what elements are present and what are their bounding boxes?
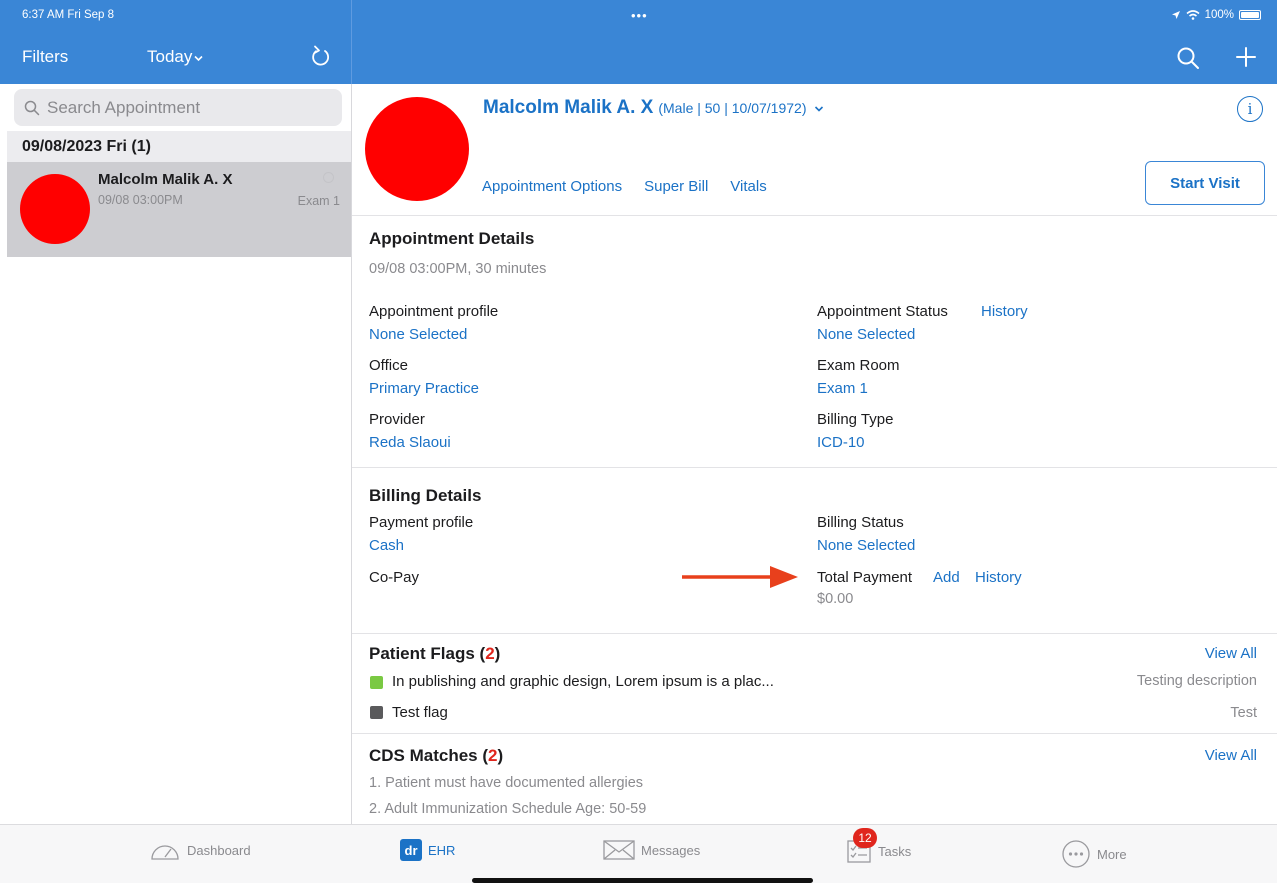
exam-room-label: Exam Room — [817, 357, 900, 374]
multitasking-dots[interactable]: ••• — [631, 8, 648, 23]
today-date-picker[interactable]: Today — [147, 47, 203, 67]
billing-status-label: Billing Status — [817, 514, 904, 531]
flag-item-text[interactable]: Test flag — [392, 704, 448, 721]
cds-match-item[interactable]: 2. Adult Immunization Schedule Age: 50-5… — [369, 801, 646, 817]
patient-flags-title: Patient Flags (2) — [369, 644, 501, 663]
location-icon — [1171, 11, 1180, 19]
refresh-icon[interactable] — [309, 44, 331, 68]
start-visit-button[interactable]: Start Visit — [1145, 161, 1265, 205]
top-navigation-bar: 6:37 AM Fri Sep 8 ••• 100% Filters Today — [0, 0, 1277, 84]
appointment-status-value[interactable]: None Selected — [817, 326, 915, 343]
flag-item-text[interactable]: In publishing and graphic design, Lorem … — [392, 673, 774, 690]
status-indicator — [323, 172, 334, 183]
appointment-details-title: Appointment Details — [369, 229, 535, 248]
payment-history-link[interactable]: History — [975, 569, 1022, 586]
office-value[interactable]: Primary Practice — [369, 380, 479, 397]
tab-more[interactable]: More — [1061, 839, 1127, 869]
divider — [352, 633, 1277, 634]
tab-dashboard-label: Dashboard — [187, 842, 251, 858]
tab-messages[interactable]: Messages — [603, 839, 700, 861]
topbar-divider — [351, 0, 352, 84]
tab-ehr[interactable]: dr EHR — [400, 839, 455, 861]
payment-profile-value[interactable]: Cash — [369, 537, 404, 554]
vitals-link[interactable]: Vitals — [730, 178, 766, 195]
appointment-room: Exam 1 — [297, 194, 340, 208]
home-indicator — [472, 878, 813, 883]
appointment-time: 09/08 03:00PM — [98, 193, 183, 207]
ehr-dr-icon: dr — [400, 839, 422, 861]
add-icon[interactable] — [1235, 46, 1257, 68]
billing-status-value[interactable]: None Selected — [817, 537, 915, 554]
billing-type-value[interactable]: ICD-10 — [817, 434, 865, 451]
flags-view-all-link[interactable]: View All — [1205, 645, 1257, 662]
cds-matches-title: CDS Matches (2) — [369, 746, 504, 765]
today-label: Today — [147, 47, 193, 66]
copay-label: Co-Pay — [369, 569, 420, 586]
appointment-status-history-link[interactable]: History — [981, 303, 1028, 320]
status-bar-indicators: 100% — [1171, 9, 1261, 21]
envelope-icon — [603, 840, 635, 860]
appointment-profile-label: Appointment profile — [369, 303, 499, 320]
cds-view-all-link[interactable]: View All — [1205, 747, 1257, 764]
provider-label: Provider — [369, 411, 425, 428]
search-appointment-input[interactable]: Search Appointment — [14, 89, 342, 126]
wifi-icon — [1186, 10, 1200, 20]
patient-photo[interactable] — [365, 97, 469, 201]
search-icon[interactable] — [1176, 46, 1200, 70]
date-group-header: 09/08/2023 Fri (1) — [7, 131, 351, 162]
tab-ehr-label: EHR — [428, 842, 456, 858]
payment-profile-label: Payment profile — [369, 514, 474, 531]
patient-action-links: Appointment Options Super Bill Vitals — [482, 178, 767, 195]
battery-percentage: 100% — [1204, 9, 1234, 21]
divider — [352, 215, 1277, 216]
add-payment-link[interactable]: Add — [933, 569, 960, 586]
exam-room-value[interactable]: Exam 1 — [817, 380, 868, 397]
flag-color-green — [370, 676, 383, 689]
status-bar-time: 6:37 AM Fri Sep 8 — [22, 9, 115, 21]
flag-color-gray — [370, 706, 383, 719]
battery-icon — [1239, 10, 1261, 20]
patient-name: Malcolm Malik A. X — [483, 97, 654, 118]
appointment-patient-name: Malcolm Malik A. X — [98, 171, 233, 188]
tab-messages-label: Messages — [641, 842, 701, 858]
chevron-down-icon — [194, 55, 203, 62]
tasks-badge: 12 — [853, 828, 877, 848]
chevron-down-icon — [814, 106, 823, 112]
flags-count: 2 — [485, 644, 495, 663]
cds-count: 2 — [488, 746, 498, 765]
more-ellipsis-icon — [1062, 840, 1090, 868]
appointment-options-link[interactable]: Appointment Options — [482, 178, 622, 195]
flag-item-description: Test — [1230, 705, 1257, 721]
patient-demographics: (Male | 50 | 10/07/1972) — [658, 100, 807, 116]
total-payment-label: Total Payment — [817, 569, 913, 586]
flag-item-description: Testing description — [1136, 673, 1257, 689]
tab-dashboard[interactable]: Dashboard — [149, 839, 251, 861]
appointment-summary: 09/08 03:00PM, 30 minutes — [369, 261, 547, 277]
billing-type-label: Billing Type — [817, 411, 894, 428]
patient-avatar — [20, 174, 90, 244]
super-bill-link[interactable]: Super Bill — [644, 178, 708, 195]
office-label: Office — [369, 357, 408, 374]
appointment-status-label: Appointment Status — [817, 303, 948, 320]
info-icon[interactable]: i — [1237, 96, 1263, 122]
dashboard-gauge-icon — [151, 845, 179, 860]
total-payment-value: $0.00 — [817, 591, 854, 607]
cds-match-item[interactable]: 1. Patient must have documented allergie… — [369, 775, 643, 791]
search-icon — [24, 100, 40, 115]
divider — [352, 467, 1277, 468]
billing-details-title: Billing Details — [369, 486, 482, 505]
tab-more-label: More — [1097, 846, 1127, 862]
appointment-profile-value[interactable]: None Selected — [369, 326, 467, 343]
filters-button[interactable]: Filters — [22, 47, 68, 67]
patient-name-dropdown[interactable]: Malcolm Malik A. X (Male | 50 | 10/07/19… — [483, 97, 824, 119]
tab-tasks-label: Tasks — [878, 843, 912, 859]
annotation-arrow-icon — [682, 566, 798, 588]
divider — [352, 733, 1277, 734]
appointment-list-item[interactable]: Malcolm Malik A. X 09/08 03:00PM Exam 1 — [7, 162, 351, 257]
search-placeholder: Search Appointment — [47, 97, 201, 117]
panel-divider — [351, 84, 352, 824]
provider-value[interactable]: Reda Slaoui — [369, 434, 451, 451]
bottom-tab-bar: Dashboard dr EHR Messages Tasks More — [0, 824, 1277, 883]
